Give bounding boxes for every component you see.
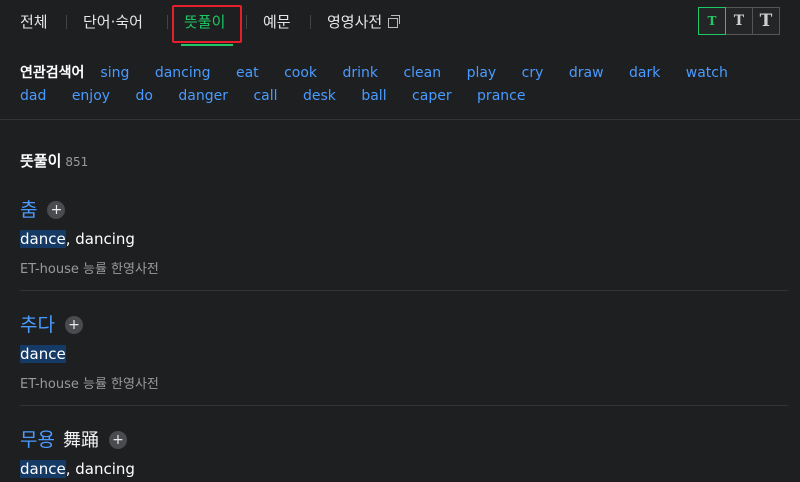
- divider: [20, 405, 788, 406]
- entry-meaning: dance: [20, 345, 159, 363]
- section-title-text: 뜻풀이: [20, 152, 62, 170]
- font-size-medium-button[interactable]: T: [725, 7, 753, 35]
- result-count: 851: [65, 155, 89, 169]
- add-to-wordbook-icon[interactable]: +: [47, 201, 66, 219]
- external-link-icon: [388, 15, 401, 28]
- entry: 무용 舞踊 + dance, dancing: [20, 425, 135, 478]
- tab-separator: [66, 15, 67, 29]
- selection-highlight-box: [172, 5, 242, 43]
- related-keyword-link[interactable]: play: [467, 65, 497, 81]
- related-keyword-link[interactable]: sing: [100, 65, 129, 81]
- related-keyword-link[interactable]: cook: [284, 65, 317, 81]
- related-keyword-link[interactable]: drink: [342, 65, 378, 81]
- tab-english-dictionary[interactable]: 영영사전: [327, 0, 401, 44]
- tab-words-idioms[interactable]: 단어·숙어: [83, 0, 143, 44]
- related-keyword-link[interactable]: cry: [522, 65, 544, 81]
- entry-meaning: dance, dancing: [20, 460, 135, 478]
- meaning-rest: , dancing: [65, 460, 135, 478]
- entry-header: 추다 +: [20, 310, 159, 337]
- related-keyword-link[interactable]: dancing: [155, 65, 211, 81]
- related-keyword-link[interactable]: danger: [178, 88, 228, 104]
- font-size-controls: T T T: [698, 7, 780, 35]
- entry-source: ET-house 능률 한영사전: [20, 262, 159, 277]
- related-searches: 연관검색어 sing dancing eat cook drink clean p…: [20, 62, 790, 108]
- tab-examples[interactable]: 예문: [263, 0, 291, 44]
- tab-separator: [246, 15, 247, 29]
- tab-separator: [310, 15, 311, 29]
- meaning-highlight: dance: [20, 345, 66, 363]
- entry-headword[interactable]: 무용: [20, 429, 55, 451]
- entry: 춤 + dance, dancing ET-house 능률 한영사전: [20, 195, 159, 277]
- entry-hanja: 舞踊: [62, 430, 99, 451]
- related-keyword-link[interactable]: dark: [629, 65, 660, 81]
- related-keyword-link[interactable]: eat: [236, 65, 259, 81]
- entry-source: ET-house 능률 한영사전: [20, 377, 159, 392]
- tab-all[interactable]: 전체: [20, 0, 48, 44]
- font-size-large-button[interactable]: T: [752, 7, 780, 35]
- divider: [0, 119, 800, 120]
- add-to-wordbook-icon[interactable]: +: [64, 316, 83, 334]
- entry-meaning: dance, dancing: [20, 230, 159, 248]
- tab-english-dictionary-label: 영영사전: [327, 13, 383, 31]
- meaning-highlight: dance: [20, 460, 66, 478]
- section-title: 뜻풀이 851: [20, 150, 88, 171]
- related-searches-label: 연관검색어: [20, 65, 85, 81]
- related-keyword-link[interactable]: prance: [477, 88, 525, 104]
- tab-separator: [167, 15, 168, 29]
- entry: 추다 + dance ET-house 능률 한영사전: [20, 310, 159, 392]
- entry-header: 춤 +: [20, 195, 159, 222]
- related-keyword-link[interactable]: caper: [412, 88, 452, 104]
- dictionary-page: 전체 단어·숙어 뜻풀이 예문 영영사전 T T T 연관검색어 sing dan…: [0, 0, 800, 482]
- meaning-highlight: dance: [20, 230, 66, 248]
- meaning-rest: , dancing: [65, 230, 135, 248]
- related-keyword-link[interactable]: watch: [686, 65, 728, 81]
- related-keyword-link[interactable]: clean: [403, 65, 441, 81]
- divider: [20, 290, 788, 291]
- related-keyword-link[interactable]: dad: [20, 88, 46, 104]
- related-keyword-link[interactable]: draw: [569, 65, 604, 81]
- related-keyword-link[interactable]: enjoy: [72, 88, 110, 104]
- active-tab-indicator: [181, 44, 233, 46]
- related-keyword-link[interactable]: desk: [303, 88, 336, 104]
- related-keyword-link[interactable]: ball: [361, 88, 386, 104]
- related-keyword-link[interactable]: do: [136, 88, 153, 104]
- entry-headword[interactable]: 춤: [20, 199, 37, 221]
- related-keyword-link[interactable]: call: [253, 88, 277, 104]
- tab-bar: 전체 단어·숙어 뜻풀이 예문 영영사전 T T T: [0, 0, 800, 48]
- font-size-small-button[interactable]: T: [698, 7, 726, 35]
- entry-headword[interactable]: 추다: [20, 314, 55, 336]
- entry-header: 무용 舞踊 +: [20, 425, 135, 452]
- add-to-wordbook-icon[interactable]: +: [108, 431, 127, 449]
